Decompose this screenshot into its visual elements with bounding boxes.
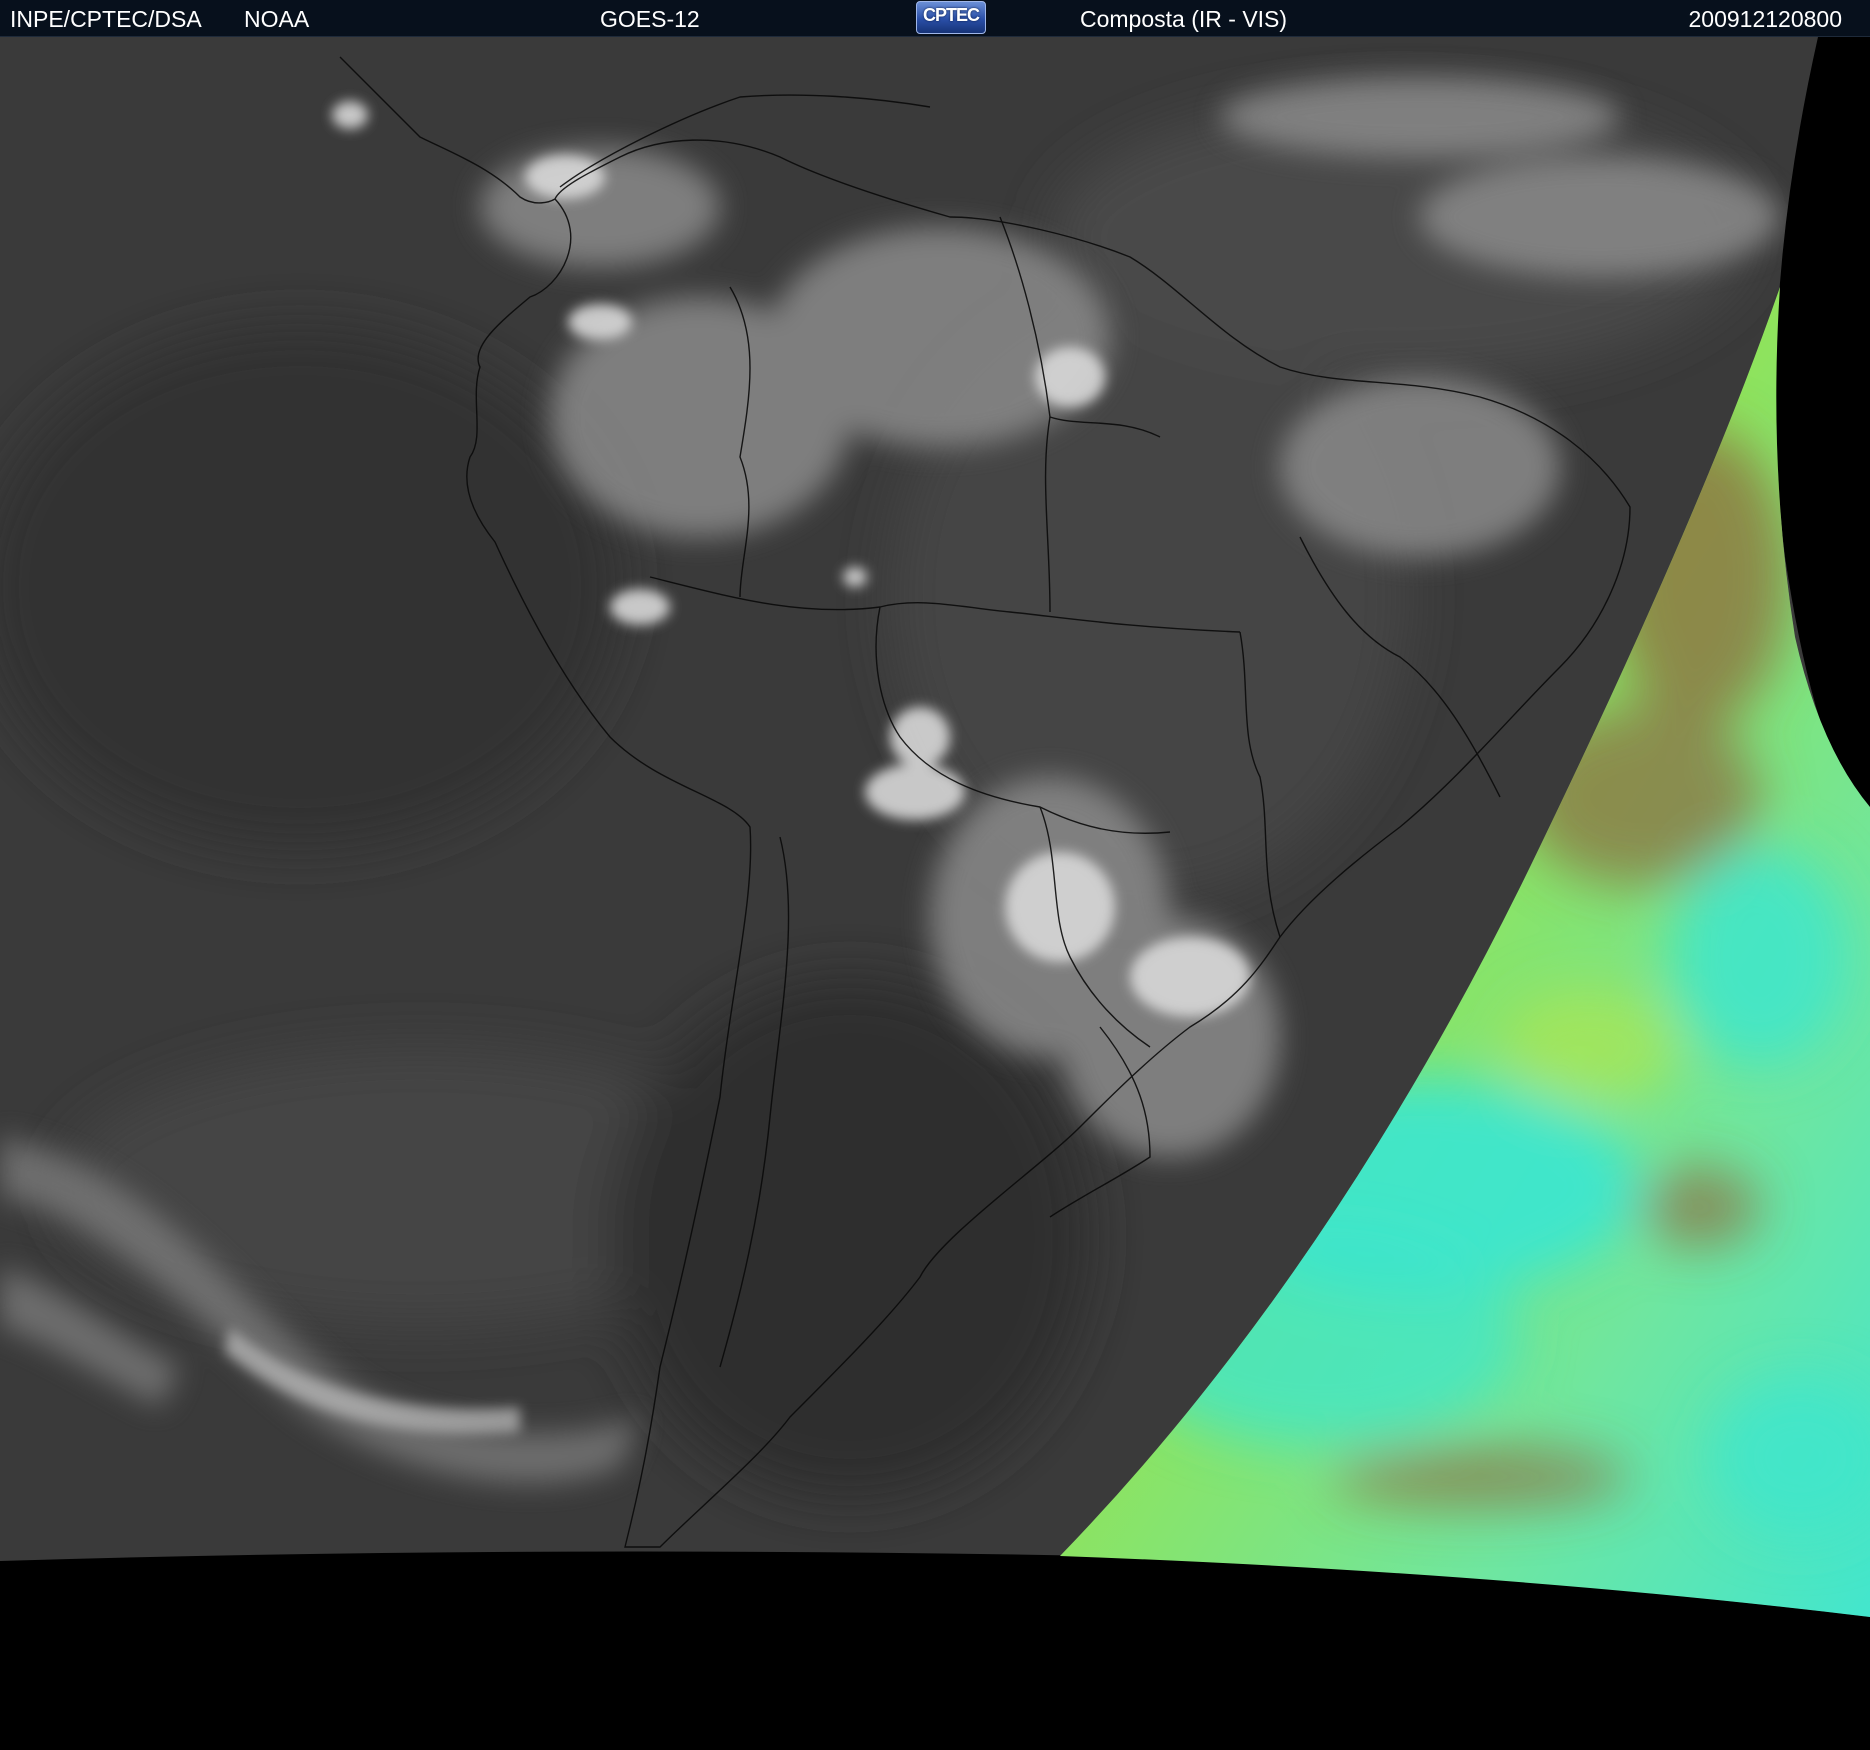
agency-label: NOAA	[244, 6, 310, 32]
header-bar: INPE/CPTEC/DSA NOAA GOES-12 CPTEC Compos…	[0, 0, 1870, 37]
satellite-label: GOES-12	[600, 6, 700, 32]
product-label: Composta (IR - VIS)	[1080, 6, 1288, 32]
source-label: INPE/CPTEC/DSA	[10, 6, 202, 32]
satellite-composite	[0, 37, 1870, 1750]
timestamp-label: 200912120800	[1688, 6, 1843, 32]
cptec-logo-text: CPTEC	[922, 5, 980, 25]
cptec-logo: CPTEC	[916, 1, 986, 34]
satellite-image	[0, 37, 1870, 1750]
